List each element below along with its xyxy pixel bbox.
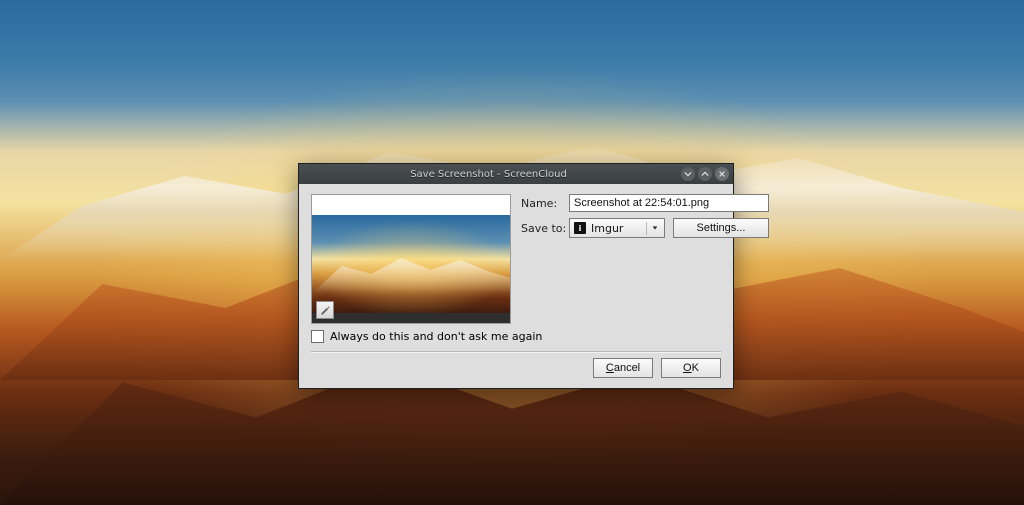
- maximize-button[interactable]: [698, 167, 712, 181]
- dialog-body: Name: Save to: i Imgur Se: [299, 184, 733, 388]
- pencil-icon: [320, 305, 331, 316]
- desktop-wallpaper: Save Screenshot - ScreenCloud: [0, 0, 1024, 505]
- preview-header-strip: [312, 195, 510, 215]
- saveto-selected-value: Imgur: [591, 222, 646, 235]
- always-do-this-label: Always do this and don't ask me again: [330, 330, 542, 343]
- close-icon: [718, 170, 726, 178]
- preview-taskbar: [312, 313, 510, 323]
- dialog-footer: Cancel OK: [311, 358, 721, 378]
- cancel-button[interactable]: Cancel: [593, 358, 653, 378]
- settings-button[interactable]: Settings...: [673, 218, 769, 238]
- caret-down-icon: [651, 224, 659, 232]
- minimize-button[interactable]: [681, 167, 695, 181]
- divider: [311, 351, 721, 352]
- cancel-mnemonic: C: [606, 362, 614, 374]
- chevron-down-icon: [684, 170, 692, 178]
- ok-mnemonic: O: [683, 362, 692, 374]
- saveto-combobox[interactable]: i Imgur: [569, 218, 665, 238]
- close-button[interactable]: [715, 167, 729, 181]
- name-label: Name:: [521, 197, 569, 210]
- preview-image: [312, 215, 510, 313]
- titlebar[interactable]: Save Screenshot - ScreenCloud: [299, 164, 733, 184]
- ok-rest: K: [692, 362, 699, 374]
- edit-screenshot-button[interactable]: [316, 301, 334, 319]
- dropdown-caret: [646, 222, 662, 235]
- form-area: Name: Save to: i Imgur Se: [521, 194, 769, 324]
- settings-button-label: Settings...: [697, 222, 746, 234]
- imgur-icon: i: [574, 222, 586, 234]
- save-screenshot-dialog: Save Screenshot - ScreenCloud: [298, 163, 734, 389]
- saveto-label: Save to:: [521, 222, 569, 235]
- chevron-up-icon: [701, 170, 709, 178]
- screenshot-preview: [311, 194, 511, 324]
- name-input[interactable]: [569, 194, 769, 212]
- always-do-this-checkbox[interactable]: [311, 330, 324, 343]
- ok-button[interactable]: OK: [661, 358, 721, 378]
- window-title: Save Screenshot - ScreenCloud: [299, 169, 678, 180]
- cancel-rest: ancel: [614, 362, 640, 374]
